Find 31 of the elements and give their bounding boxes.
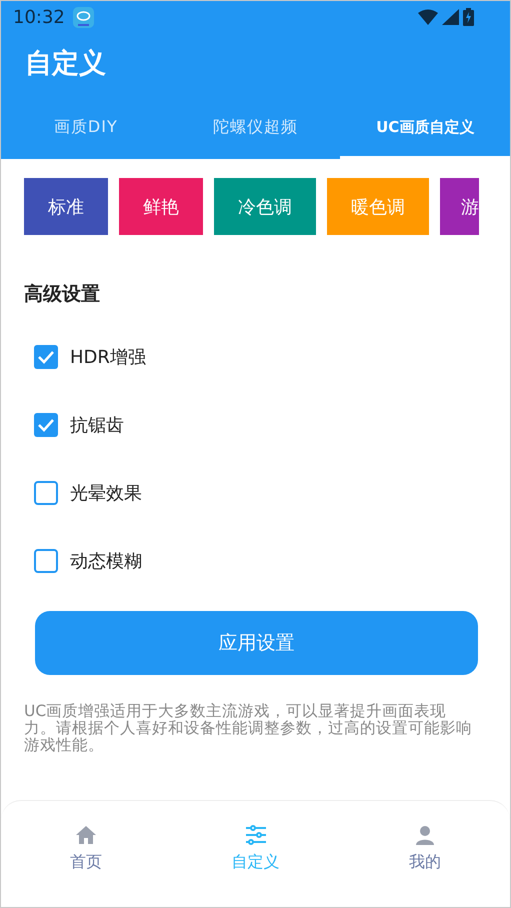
home-icon [74,825,97,845]
nav-item[interactable]: 首页 [1,801,171,907]
nav-item[interactable]: 我的 [340,801,510,907]
battery-icon [463,8,474,26]
preset-button[interactable]: 游 [440,178,479,235]
checkbox[interactable] [34,549,58,573]
checkbox[interactable] [34,413,58,437]
wifi-icon [418,9,438,25]
signal-icon [442,9,459,25]
apply-button[interactable]: 应用设置 [35,611,478,675]
section-title: 高级设置 [24,282,101,307]
tab[interactable]: 画质DIY [1,95,171,159]
app-notification-icon [72,6,94,28]
option-label: 抗锯齿 [70,414,124,437]
preset-button[interactable]: 标准 [24,178,108,235]
checkbox[interactable] [34,481,58,505]
tab[interactable]: 陀螺仪超频 [170,95,340,159]
preset-button[interactable]: 鲜艳 [119,178,203,235]
option-label: 光晕效果 [70,482,142,505]
description-text: UC画质增强适用于大多数主流游戏，可以显著提升画面表现力。请根据个人喜好和设备性能调整参数，过高的设置可能影响游戏性能。 [24,703,473,754]
preset-button[interactable]: 暖色调 [327,178,429,235]
checkbox[interactable] [34,345,58,369]
preset-button[interactable]: 冷色调 [214,178,316,235]
page-title: 自定义 [24,47,107,81]
sliders-icon [244,825,266,845]
option-label: 动态模糊 [70,550,142,573]
status-time: 10:32 [13,6,65,28]
person-icon [415,825,436,845]
nav-item[interactable]: 自定义 [170,801,340,907]
tab[interactable]: UC画质自定义 [340,95,510,159]
option-label: HDR增强 [70,346,146,369]
